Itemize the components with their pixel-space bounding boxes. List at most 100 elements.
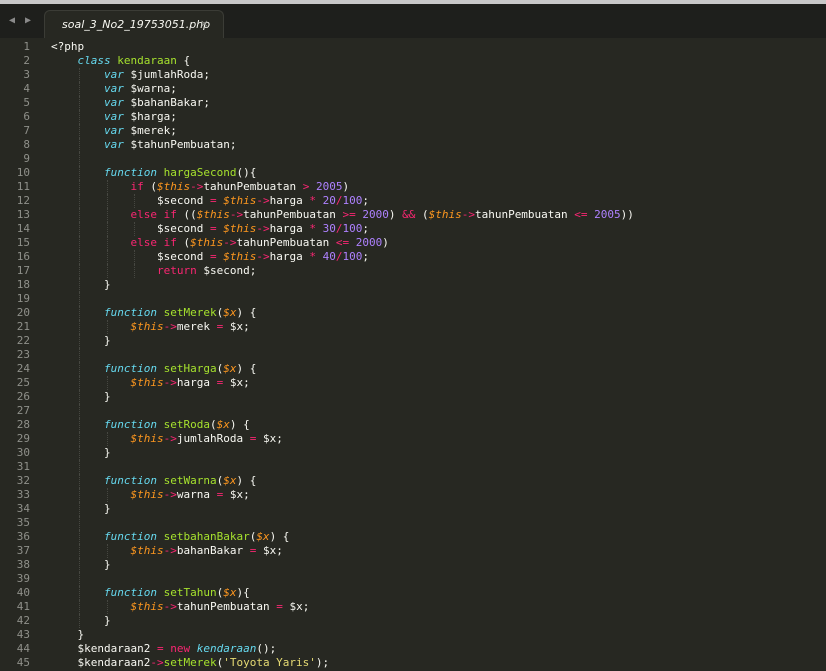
code-text: var $jumlahRoda; <box>103 68 210 81</box>
line-number: 16 <box>16 250 30 263</box>
code-line: 37 $this->bahanBakar = $x; <box>0 544 826 558</box>
code-editor[interactable]: 1 <?php 2 class kendaraan {3 var $jumlahRo… <box>0 38 826 671</box>
indent-guide <box>78 404 80 418</box>
close-tab-icon[interactable]: × <box>200 17 209 30</box>
code-line: 16 $second = $this->harga * 40/100; <box>0 250 826 264</box>
code-line: 20 function setMerek($x) { <box>0 306 826 320</box>
code-text: } <box>51 502 111 515</box>
code-line: 25 $this->harga = $x; <box>0 376 826 390</box>
code-text: $this->harga = $x; <box>130 376 250 389</box>
indent-guide <box>78 348 80 362</box>
code-text: } <box>51 614 111 627</box>
code-text: var $bahanBakar; <box>103 96 210 109</box>
line-number: 6 <box>23 110 30 123</box>
code-line: 21 $this->merek = $x; <box>0 320 826 334</box>
indent-guide <box>78 460 80 474</box>
line-number: 43 <box>16 628 30 641</box>
previous-tab-icon[interactable]: ◀ <box>9 15 15 26</box>
code-text: $second = $this->harga * 30/100; <box>51 222 369 235</box>
code-line: 40 function setTahun($x){ <box>0 586 826 600</box>
line-number: 19 <box>16 292 30 305</box>
line-number: 36 <box>16 530 30 543</box>
code-line: 28 function setRoda($x) { <box>0 418 826 432</box>
code-line: 10 function hargaSecond(){ <box>0 166 826 180</box>
code-line: 34 } <box>0 502 826 516</box>
line-number: 23 <box>16 348 30 361</box>
code-line: 23 <box>0 348 826 362</box>
code-line: 3 var $jumlahRoda; <box>0 68 826 82</box>
code-text: $this->bahanBakar = $x; <box>130 544 283 557</box>
line-number: 39 <box>16 572 30 585</box>
line-number: 42 <box>16 614 30 627</box>
code-text: <?php <box>51 40 85 53</box>
code-line: 13 else if (($this->tahunPembuatan >= 20… <box>0 208 826 222</box>
code-line: 11 if ($this->tahunPembuatan > 2005) <box>0 180 826 194</box>
file-tab[interactable]: soal_3_No2_19753051.php × <box>44 10 224 38</box>
code-text: else if ($this->tahunPembuatan <= 2000) <box>130 236 389 249</box>
code-text: if ($this->tahunPembuatan > 2005) <box>130 180 350 193</box>
code-line: 9 <box>0 152 826 166</box>
line-number: 45 <box>16 656 30 669</box>
code-line: 29 $this->jumlahRoda = $x; <box>0 432 826 446</box>
code-line: 2 class kendaraan { <box>0 54 826 68</box>
line-number: 24 <box>16 362 30 375</box>
code-line: 27 <box>0 404 826 418</box>
code-line: 43 } <box>0 628 826 642</box>
next-tab-icon[interactable]: ▶ <box>25 15 31 26</box>
line-number: 2 <box>23 54 30 67</box>
code-text: var $harga; <box>103 110 177 123</box>
code-text: $second = $this->harga * 40/100; <box>51 250 369 263</box>
line-number: 33 <box>16 488 30 501</box>
code-text: function setRoda($x) { <box>103 418 250 431</box>
code-text: else if (($this->tahunPembuatan >= 2000)… <box>130 208 634 221</box>
code-line: 31 <box>0 460 826 474</box>
code-line: 35 <box>0 516 826 530</box>
code-line: 19 <box>0 292 826 306</box>
line-number: 34 <box>16 502 30 515</box>
code-line: 42 } <box>0 614 826 628</box>
code-line: 15 else if ($this->tahunPembuatan <= 200… <box>0 236 826 250</box>
indent-guide <box>78 572 80 586</box>
code-text: } <box>51 278 111 291</box>
code-text: } <box>51 558 111 571</box>
line-number: 28 <box>16 418 30 431</box>
line-number: 10 <box>16 166 30 179</box>
code-line: 44 $kendaraan2 = new kendaraan(); <box>0 642 826 656</box>
line-number: 5 <box>23 96 30 109</box>
code-text: function setTahun($x){ <box>103 586 250 599</box>
code-line: 17 return $second; <box>0 264 826 278</box>
line-number: 1 <box>23 40 30 53</box>
line-number: 12 <box>16 194 30 207</box>
line-number: 37 <box>16 544 30 557</box>
code-text: $this->jumlahRoda = $x; <box>130 432 283 445</box>
line-number: 8 <box>23 138 30 151</box>
code-line: 4 var $warna; <box>0 82 826 96</box>
code-line: 45 $kendaraan2->setMerek('Toyota Yaris')… <box>0 656 826 670</box>
code-line: 6 var $harga; <box>0 110 826 124</box>
line-number: 17 <box>16 264 30 277</box>
line-number: 27 <box>16 404 30 417</box>
tab-title: soal_3_No2_19753051.php <box>62 18 211 31</box>
line-number: 20 <box>16 306 30 319</box>
code-line: 38 } <box>0 558 826 572</box>
code-text: $this->warna = $x; <box>130 488 250 501</box>
code-text: } <box>51 446 111 459</box>
line-number: 35 <box>16 516 30 529</box>
line-number: 26 <box>16 390 30 403</box>
code-line: 33 $this->warna = $x; <box>0 488 826 502</box>
code-line: 41 $this->tahunPembuatan = $x; <box>0 600 826 614</box>
code-text: $second = $this->harga * 20/100; <box>51 194 369 207</box>
code-line: 7 var $merek; <box>0 124 826 138</box>
code-line: 39 <box>0 572 826 586</box>
code-text: } <box>51 390 111 403</box>
code-line: 24 function setHarga($x) { <box>0 362 826 376</box>
line-number: 25 <box>16 376 30 389</box>
code-text: class kendaraan { <box>77 54 191 67</box>
line-number: 7 <box>23 124 30 137</box>
indent-guide <box>78 152 80 166</box>
code-line: 30 } <box>0 446 826 460</box>
code-text: function hargaSecond(){ <box>103 166 257 179</box>
line-number: 18 <box>16 278 30 291</box>
code-text: } <box>51 334 111 347</box>
code-line: 1 <?php <box>0 40 826 54</box>
